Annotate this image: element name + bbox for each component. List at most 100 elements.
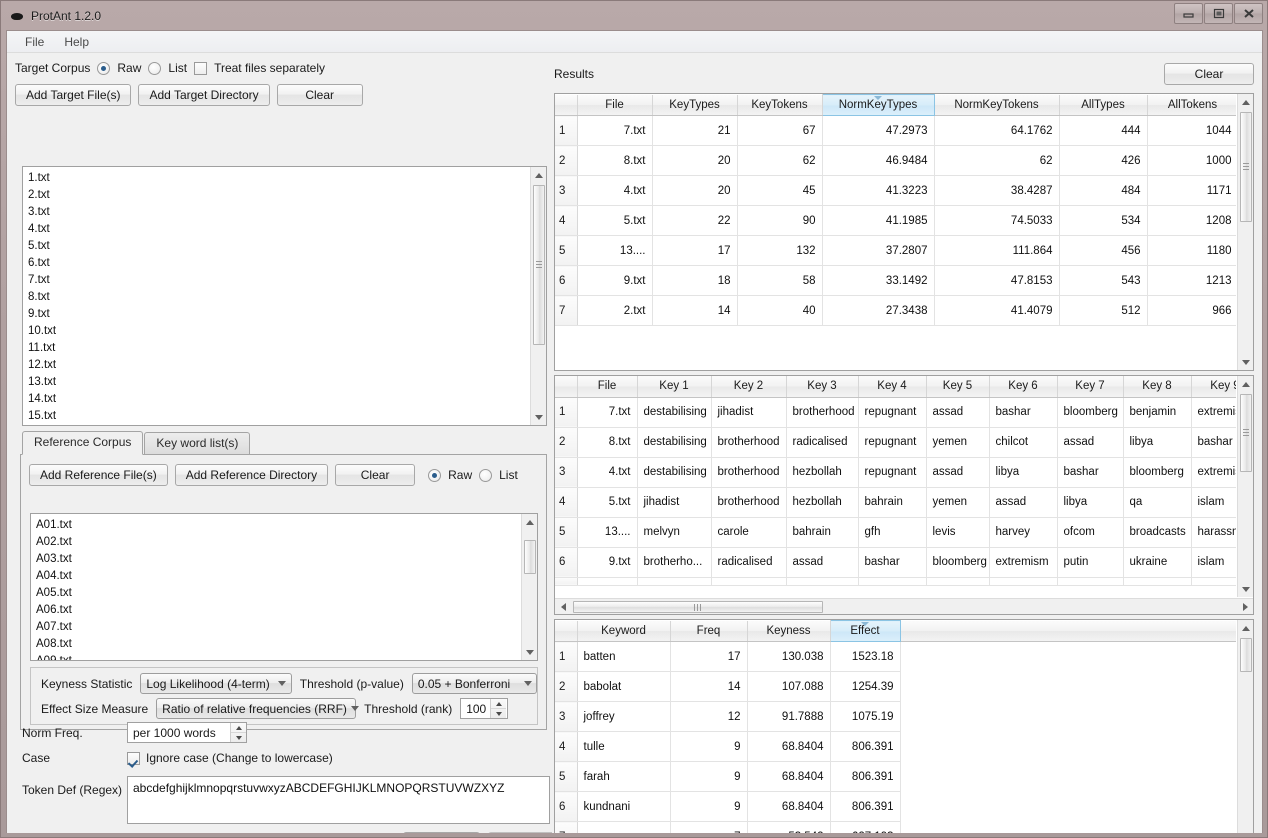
cell-normkeytokens[interactable]: 111.864 <box>934 236 1059 266</box>
spinner-buttons[interactable] <box>490 699 506 718</box>
cell-key-7[interactable]: bloomberg <box>1057 397 1123 427</box>
table-row[interactable]: 28.txt206246.9484624261000 <box>555 146 1236 176</box>
cell-freq[interactable]: 7 <box>670 822 747 834</box>
menu-file[interactable]: File <box>15 33 54 51</box>
list-item[interactable]: A01.txt <box>36 517 532 534</box>
reference-clear-button[interactable]: Clear <box>335 464 415 486</box>
table-row[interactable]: 513....melvyncarolebahraingfhlevisharvey… <box>555 517 1236 547</box>
cell-normkeytokens[interactable]: 38.4287 <box>934 176 1059 206</box>
table-row[interactable]: 45.txt229041.198574.50335341208 <box>555 206 1236 236</box>
row-number[interactable]: 5 <box>555 517 577 547</box>
cell-alltypes[interactable]: 444 <box>1059 116 1147 146</box>
table-row[interactable]: 17.txt216747.297364.17624441044 <box>555 116 1236 146</box>
cell-file[interactable]: 4.txt <box>577 176 652 206</box>
column-header-keyword[interactable]: Keyword <box>577 621 670 642</box>
cell-key-1[interactable]: destabilising <box>637 457 711 487</box>
reference-file-list[interactable]: A01.txtA02.txtA03.txtA04.txtA05.txtA06.t… <box>30 513 538 661</box>
target-file-list[interactable]: 1.txt2.txt3.txt4.txt5.txt6.txt7.txt8.txt… <box>22 166 547 426</box>
list-item[interactable]: 2.txt <box>28 187 541 204</box>
cell-key-2[interactable]: radicalised <box>711 547 786 577</box>
cell-normkeytokens[interactable]: 62 <box>934 146 1059 176</box>
spinner-buttons[interactable] <box>230 723 246 742</box>
row-number[interactable]: 3 <box>555 702 577 732</box>
cell-keyness[interactable]: 107.088 <box>747 672 830 702</box>
maximize-button[interactable] <box>1204 3 1233 24</box>
column-header-key-1[interactable]: Key 1 <box>637 376 711 397</box>
cell-filler[interactable] <box>900 672 1236 702</box>
cell-keytokens[interactable]: 45 <box>737 176 822 206</box>
cell-key-2[interactable]: brotherhood <box>711 487 786 517</box>
row-number[interactable]: 6 <box>555 792 577 822</box>
cell-key-4[interactable]: bashar <box>858 547 926 577</box>
column-header-rownum[interactable] <box>900 621 1236 642</box>
cell-file[interactable]: 2.txt <box>577 296 652 326</box>
table-row[interactable]: 72.txt144027.343841.4079512966 <box>555 296 1236 326</box>
table-row[interactable]: 17.txtdestabilisingjihadistbrotherhoodre… <box>555 397 1236 427</box>
cell-keytokens[interactable]: 132 <box>737 236 822 266</box>
add-target-files-button[interactable]: Add Target File(s) <box>15 84 131 106</box>
column-header-normkeytypes[interactable]: NormKeyTypes <box>822 95 934 116</box>
cell-key-4[interactable]: gfh <box>858 517 926 547</box>
row-number[interactable]: 1 <box>555 642 577 672</box>
cell-freq[interactable]: 9 <box>670 762 747 792</box>
cell-keyword[interactable]: sansa <box>577 822 670 834</box>
cell-key-1[interactable]: jihadist <box>637 487 711 517</box>
cell-alltokens[interactable]: 1213 <box>1147 266 1236 296</box>
column-header-rownum[interactable] <box>555 376 577 397</box>
cell-key-5[interactable]: bloomberg <box>926 547 989 577</box>
list-item[interactable]: A05.txt <box>36 585 532 602</box>
list-item[interactable]: 10.txt <box>28 323 541 340</box>
table-row[interactable]: 34.txt204541.322338.42874841171 <box>555 176 1236 206</box>
scroll-up-icon[interactable] <box>1238 94 1254 110</box>
column-header-file[interactable]: File <box>577 376 637 397</box>
cell-keytypes[interactable]: 20 <box>652 146 737 176</box>
scroll-thumb[interactable] <box>1240 112 1252 222</box>
cell-key-9[interactable]: extremism <box>1191 457 1236 487</box>
cell-filler[interactable] <box>900 822 1236 834</box>
cell-key-6[interactable]: extremism <box>989 547 1057 577</box>
cell-keyword[interactable]: joffrey <box>577 702 670 732</box>
row-number[interactable]: 4 <box>555 206 577 236</box>
cell-file[interactable]: 13.... <box>577 236 652 266</box>
column-header-key-3[interactable]: Key 3 <box>786 376 858 397</box>
column-header-key-9[interactable]: Key 9 <box>1191 376 1236 397</box>
row-number[interactable]: 6 <box>555 266 577 296</box>
cell-key-7[interactable]: libya <box>1057 487 1123 517</box>
cell-effect[interactable]: 806.391 <box>830 762 900 792</box>
token-def-input[interactable]: abcdefghijklmnopqrstuvwxyzABCDEFGHIJKLMN… <box>127 776 550 824</box>
cell-key-1[interactable]: melvyn <box>637 517 711 547</box>
row-number[interactable]: 2 <box>555 672 577 702</box>
scroll-left-icon[interactable] <box>555 599 571 615</box>
table-row[interactable]: 1batten17130.0381523.18 <box>555 642 1236 672</box>
row-number[interactable]: 5 <box>555 236 577 266</box>
column-header-rownum[interactable] <box>555 95 577 116</box>
cell-keytokens[interactable]: 40 <box>737 296 822 326</box>
menu-help[interactable]: Help <box>54 33 99 51</box>
scroll-thumb[interactable] <box>1240 394 1252 472</box>
reference-raw-radio[interactable] <box>428 469 441 482</box>
table-row[interactable]: 69.txt185833.149247.81535431213 <box>555 266 1236 296</box>
scroll-thumb[interactable] <box>1240 638 1252 672</box>
cell-key-7[interactable]: putin <box>1057 547 1123 577</box>
cell-keyword[interactable]: tulle <box>577 732 670 762</box>
keyword-table[interactable]: KeywordFreqKeynessEffect 1batten17130.03… <box>554 619 1254 833</box>
cell-keyness[interactable]: 68.8404 <box>747 792 830 822</box>
cell-key-3[interactable]: hezbollah <box>786 487 858 517</box>
cell-normkeytypes[interactable]: 41.1985 <box>822 206 934 236</box>
list-item[interactable]: 9.txt <box>28 306 541 323</box>
cell-key-4[interactable]: repugnant <box>858 457 926 487</box>
cell-filler[interactable] <box>900 762 1236 792</box>
cell-filler[interactable] <box>900 732 1236 762</box>
cell-keytypes[interactable]: 21 <box>652 116 737 146</box>
list-item[interactable]: 11.txt <box>28 340 541 357</box>
spinner-down-icon[interactable] <box>231 733 246 742</box>
cell-effect[interactable]: 627.193 <box>830 822 900 834</box>
cell-freq[interactable]: 12 <box>670 702 747 732</box>
cell-key-9[interactable]: extremism <box>1191 397 1236 427</box>
threshold-pvalue-combo[interactable]: 0.05 + Bonferroni <box>412 673 537 694</box>
spinner-up-icon[interactable] <box>491 699 506 709</box>
scroll-up-icon[interactable] <box>1238 620 1254 636</box>
cell-alltypes[interactable]: 512 <box>1059 296 1147 326</box>
cell-key-9[interactable]: islam <box>1191 487 1236 517</box>
minimize-button[interactable] <box>1174 3 1203 24</box>
